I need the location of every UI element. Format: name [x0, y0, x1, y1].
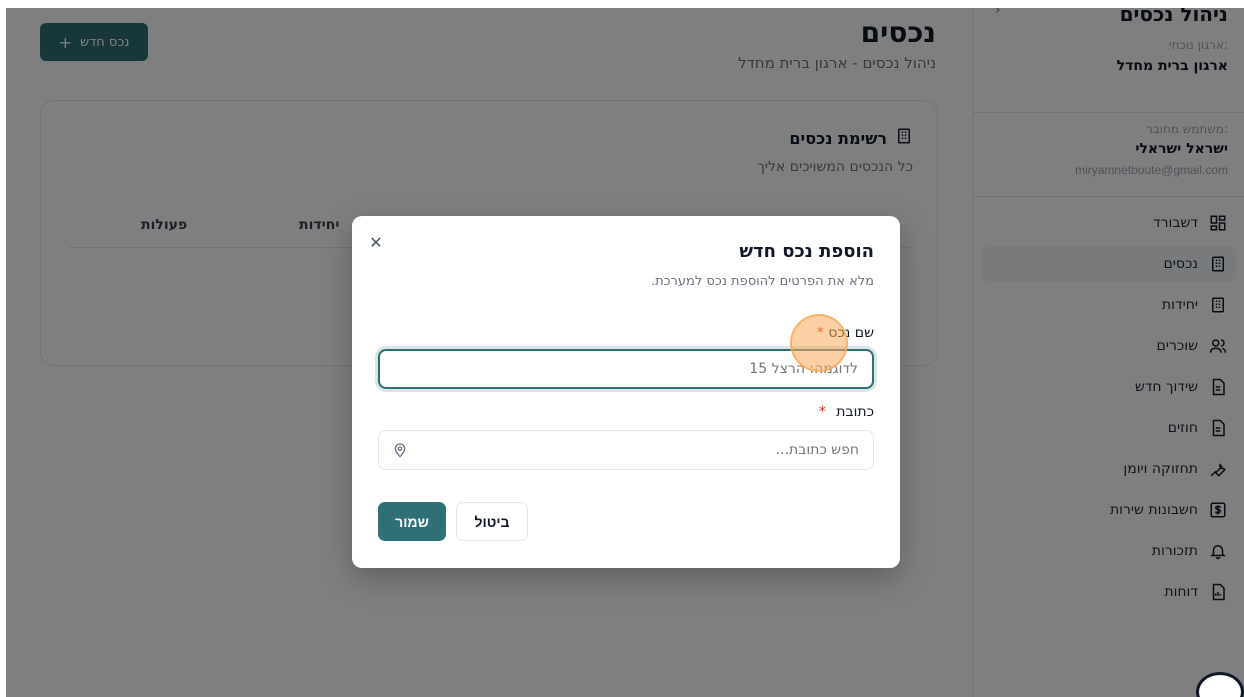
top-strip — [0, 0, 1244, 8]
add-property-dialog: ✕ הוספת נכס חדש מלא את הפרטים להוספת נכס… — [352, 216, 900, 568]
map-pin-icon — [392, 442, 408, 458]
address-search-input[interactable] — [378, 430, 874, 470]
cancel-button[interactable]: ביטול — [456, 502, 528, 541]
required-mark: * — [818, 404, 826, 420]
close-icon[interactable]: ✕ — [366, 232, 386, 252]
dialog-title: הוספת נכס חדש — [739, 241, 874, 262]
address-label-text: כתובת — [836, 404, 874, 420]
click-indicator — [790, 314, 848, 372]
dialog-description: מלא את הפרטים להוספת נכס למערכת. — [651, 274, 874, 289]
save-button[interactable]: שמור — [378, 502, 446, 541]
address-label: כתובת * — [819, 404, 874, 420]
